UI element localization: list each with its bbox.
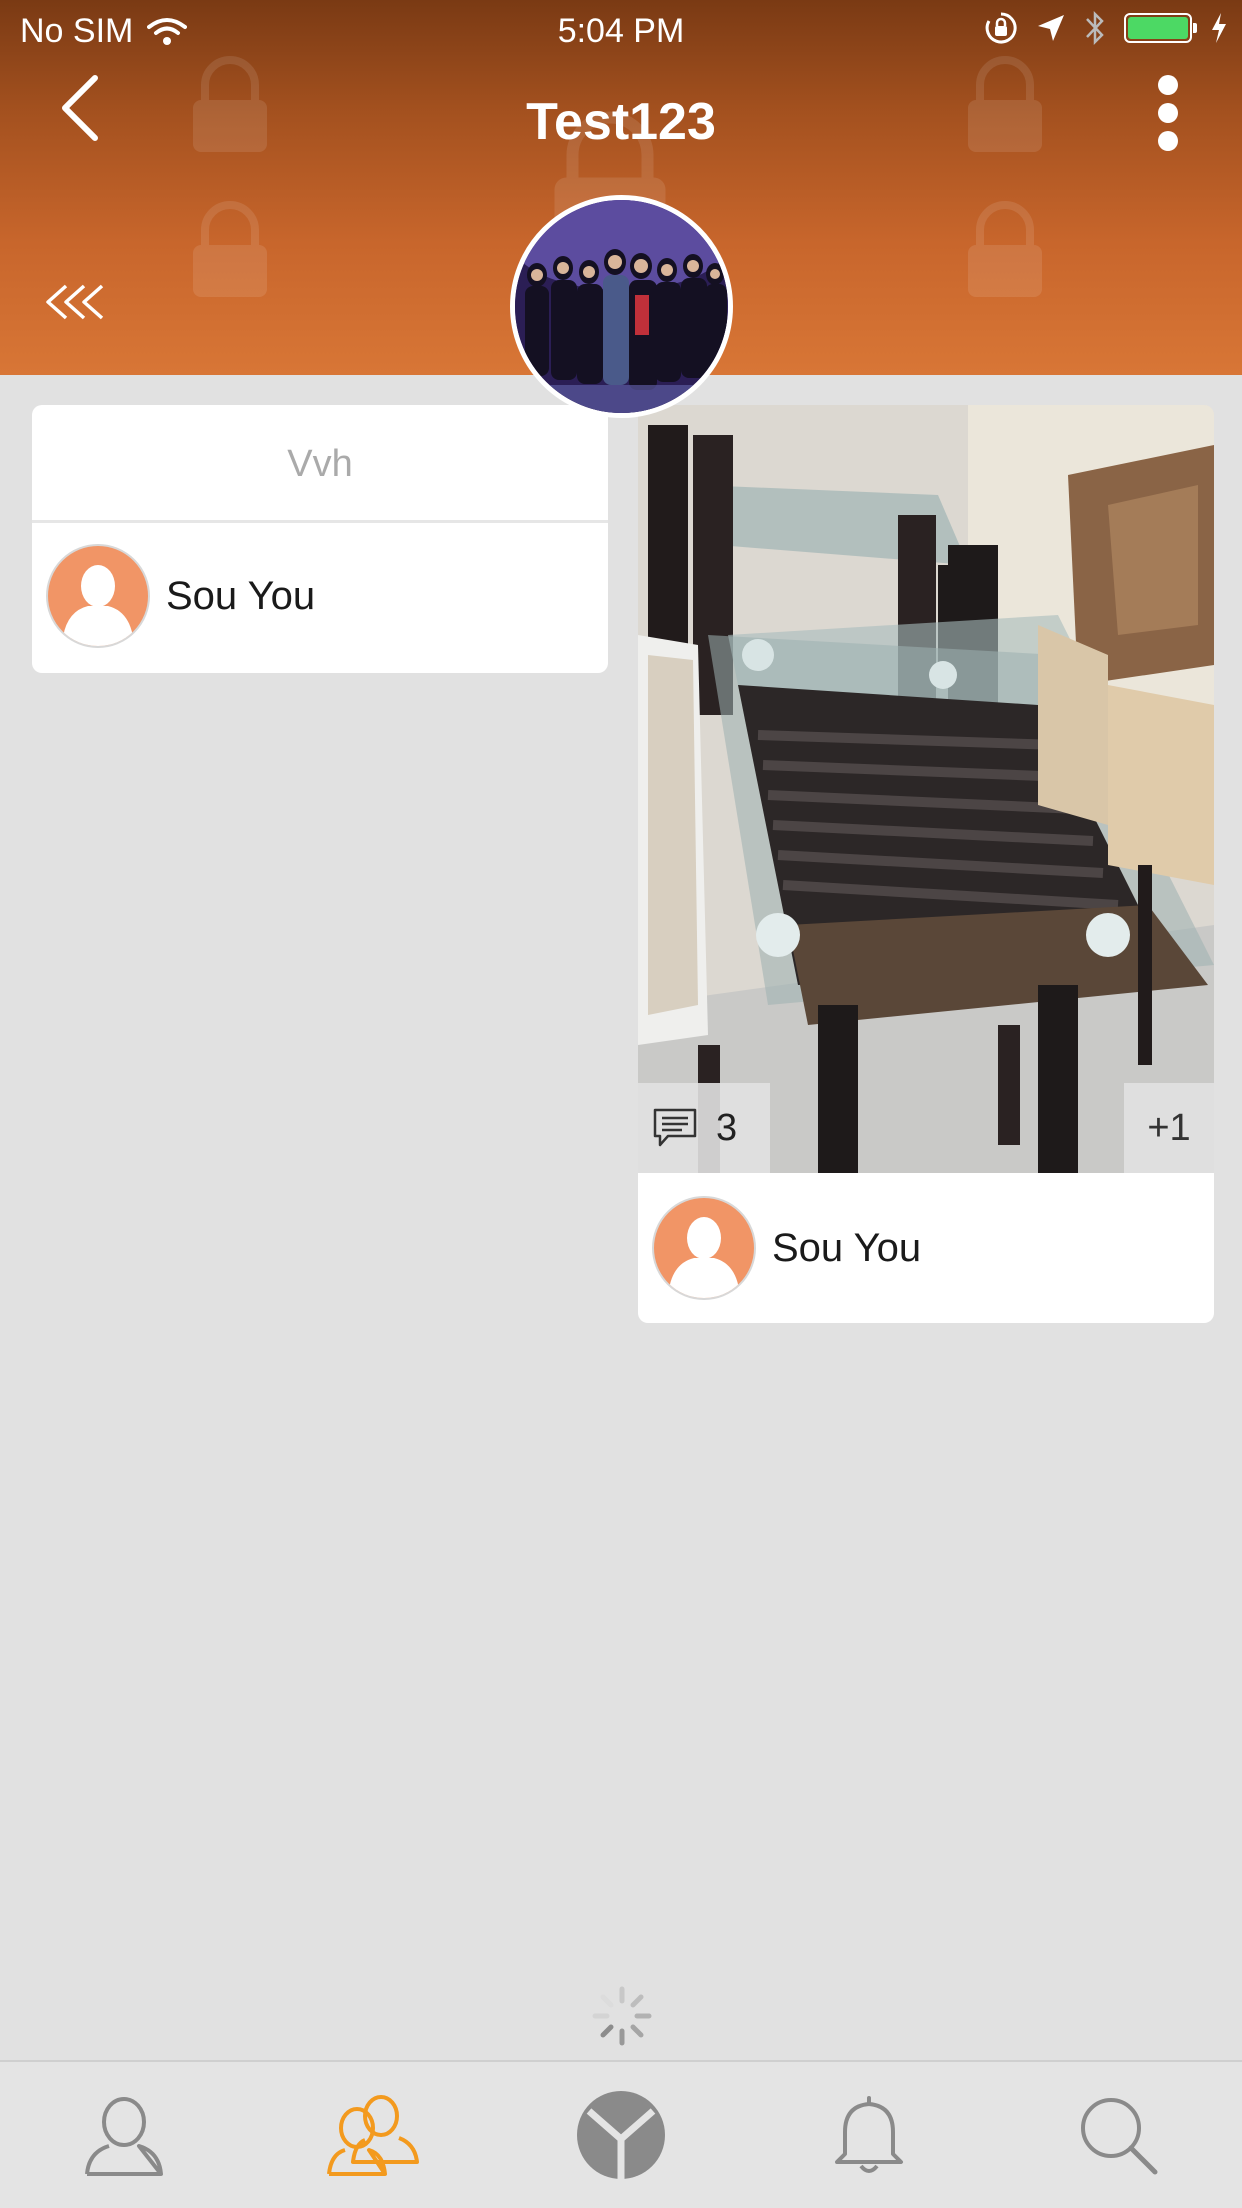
tab-bar: [0, 2060, 1242, 2208]
author-name: Sou You: [772, 1225, 922, 1270]
comment-count: 3: [716, 1106, 738, 1149]
avatar: [652, 1196, 756, 1300]
tab-search[interactable]: [1063, 2080, 1173, 2190]
collapse-button[interactable]: [42, 280, 112, 324]
post-author[interactable]: Sou You: [638, 1173, 1214, 1323]
charging-bolt-icon: [1212, 13, 1226, 43]
post-photo[interactable]: 3 +1: [638, 405, 1214, 1173]
group-avatar[interactable]: [510, 195, 733, 418]
rotation-lock-icon: [985, 12, 1017, 44]
tab-notifications[interactable]: [814, 2080, 924, 2190]
bell-icon: [835, 2096, 904, 2173]
author-name: Sou You: [166, 573, 316, 618]
post-text: Vvh: [32, 405, 608, 523]
lock-pattern-icon: [193, 201, 267, 297]
lock-pattern-icon: [968, 201, 1042, 297]
vertical-ellipsis-icon: [1158, 75, 1178, 95]
search-icon: [1080, 2098, 1158, 2175]
tab-profile[interactable]: [69, 2080, 179, 2190]
location-arrow-icon: [1038, 15, 1064, 41]
home-logo-icon: [576, 2091, 665, 2179]
bluetooth-icon: [1086, 10, 1104, 46]
loading-spinner-icon: [592, 1986, 652, 2046]
person-placeholder-icon: [62, 565, 134, 646]
photo-post-card[interactable]: 3 +1 Sou You: [638, 405, 1214, 1323]
text-post-card[interactable]: Vvh Sou You: [32, 405, 608, 673]
group-photo-image: [515, 200, 728, 413]
page-title: Test123: [526, 93, 716, 151]
tab-groups[interactable]: [318, 2080, 428, 2190]
avatar: [46, 544, 150, 648]
status-bar: No SIM 5:04 PM: [0, 0, 1242, 60]
tab-home[interactable]: [566, 2080, 676, 2190]
groups-icon: [326, 2095, 419, 2176]
plus-one-button[interactable]: +1: [1124, 1083, 1214, 1173]
status-right: [984, 10, 1228, 46]
comment-icon: [653, 1108, 697, 1147]
profile-icon: [85, 2097, 164, 2176]
comments-button[interactable]: 3: [638, 1083, 770, 1173]
furniture-photo-image: [638, 405, 1214, 1173]
double-chevron-left-icon: [46, 284, 104, 320]
battery-icon: [1124, 13, 1197, 43]
more-options-button[interactable]: [1150, 75, 1186, 151]
person-placeholder-icon: [668, 1217, 740, 1298]
post-author[interactable]: Sou You: [32, 523, 608, 669]
